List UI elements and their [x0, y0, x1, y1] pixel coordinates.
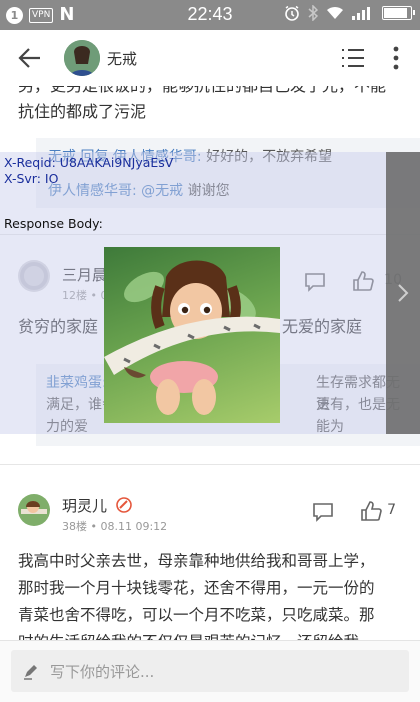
more-options-icon[interactable] — [390, 44, 402, 72]
chevron-right-icon[interactable] — [396, 282, 410, 304]
response-body-label: Response Body: — [4, 216, 103, 231]
commenter-name-text: 玥灵儿 — [62, 497, 108, 515]
comment-meta: 38楼 • 08.11 09:12 — [62, 520, 168, 533]
battery-level-fill — [384, 8, 407, 18]
signal-icon — [352, 7, 370, 20]
status-bar: 1 VPN N 22:43 — [0, 0, 420, 30]
reply-bubble-icon[interactable] — [312, 502, 334, 522]
wifi-icon — [327, 6, 343, 19]
reqid-header: X-Reqid: U8AAKAi9NJyaEsV — [4, 155, 174, 170]
battery-icon — [382, 6, 415, 20]
post-body-tail: 另，更另是很饭的，能够抗住的都自己发了光，不能 抗住的都成了污泥 — [0, 86, 420, 125]
comment-item: 玥灵儿 38楼 • 08.11 09:12 7 我高中时父亲去世，母亲靠种地供给… — [0, 464, 420, 646]
svr-header: X-Svr: IO — [4, 171, 59, 186]
comment-text-line: 我高中时父亲去世，母亲靠种地供给我和哥哥上学， — [18, 552, 375, 570]
author-avatar[interactable] — [64, 40, 100, 76]
page-title[interactable]: 无戒 — [107, 48, 137, 69]
bluetooth-icon — [308, 5, 318, 21]
back-arrow-icon[interactable] — [16, 44, 44, 72]
post-body-line: 抗住的都成了污泥 — [18, 102, 147, 121]
comment-text-line: 青菜也舍不得吃，可以一个月不吃菜，只吃咸菜。那 — [18, 606, 375, 624]
like-count: 7 — [387, 502, 396, 518]
commenter-avatar[interactable] — [18, 494, 50, 526]
overlay-side-handle[interactable] — [386, 152, 420, 434]
top-app-bar: 无戒 — [0, 30, 420, 86]
comment-text-line: 那时我一个月十块钱零花，还舍不得用，一元一份的 — [18, 579, 375, 597]
comment-composer: 写下你的评论... — [0, 640, 420, 702]
comment-body: 我高中时父亲去世，母亲靠种地供给我和哥哥上学， 那时我一个月十块钱零花，还舍不得用… — [18, 548, 408, 646]
response-image — [104, 247, 280, 423]
pen-icon — [24, 665, 37, 680]
comment-input-placeholder[interactable]: 写下你的评论... — [50, 661, 154, 682]
post-body-line: 另，更另是很饭的，能够抗住的都自己发了光，不能 — [18, 86, 402, 99]
thumbs-up-icon[interactable] — [360, 500, 382, 522]
list-menu-icon[interactable] — [340, 45, 366, 71]
verified-badge-icon — [115, 497, 132, 513]
commenter-name[interactable]: 玥灵儿 — [62, 495, 132, 516]
debug-response-overlay: X-Reqid: U8AAKAi9NJyaEsV X-Svr: IO Respo… — [0, 152, 420, 434]
alarm-icon — [285, 5, 299, 21]
